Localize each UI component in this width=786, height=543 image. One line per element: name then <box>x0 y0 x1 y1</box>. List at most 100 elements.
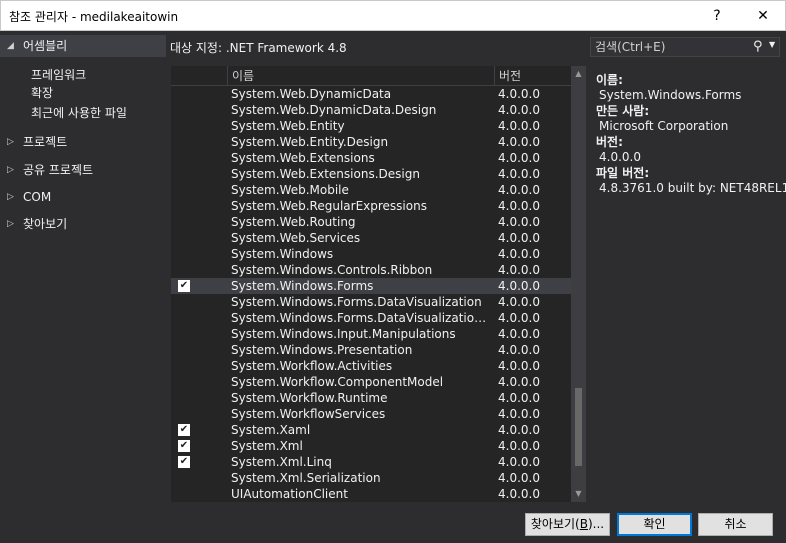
row-version: 4.0.0.0 <box>498 279 540 293</box>
table-row[interactable]: System.Workflow.Runtime 4.0.0.0 <box>171 390 571 406</box>
row-name: System.Xml.Linq <box>231 455 332 469</box>
help-button[interactable]: ? <box>694 1 740 31</box>
detail-creator-label: 만든 사람: <box>596 104 650 118</box>
header-name[interactable]: 이름 <box>227 66 494 86</box>
row-version: 4.0.0.0 <box>498 471 540 485</box>
table-row[interactable]: System.Workflow.Activities 4.0.0.0 <box>171 358 571 374</box>
table-row[interactable]: System.Web.DynamicData 4.0.0.0 <box>171 86 571 102</box>
chevron-down-icon[interactable]: ▼ <box>769 40 775 49</box>
window-title: 참조 관리자 - medilakeaitowin <box>9 10 179 24</box>
search-icon[interactable]: ⚲ <box>753 39 763 54</box>
nav-extensions[interactable]: 확장 <box>31 84 53 102</box>
nav-recent[interactable]: 최근에 사용한 파일 <box>31 104 127 122</box>
ok-button[interactable]: 확인 <box>617 513 692 536</box>
nav-assemblies[interactable]: ◢ 어셈블리 <box>0 35 166 57</box>
scroll-up-icon[interactable]: ▲ <box>571 66 586 82</box>
nav-browse[interactable]: ▷ 찾아보기 <box>0 213 166 235</box>
table-row[interactable]: System.Web.Entity.Design 4.0.0.0 <box>171 134 571 150</box>
browse-button-accel: B <box>579 517 588 531</box>
row-name: System.Web.RegularExpressions <box>231 199 427 213</box>
category-panel: ◢ 어셈블리 프레임워크 확장 최근에 사용한 파일 ▷ 프로젝트 ▷ 공유 프… <box>0 31 166 502</box>
detail-creator-value: Microsoft Corporation <box>599 119 729 133</box>
row-version: 4.0.0.0 <box>498 167 540 181</box>
table-row[interactable]: ✔ System.Xml.Linq 4.0.0.0 <box>171 454 571 470</box>
row-version: 4.0.0.0 <box>498 375 540 389</box>
nav-com-label: COM <box>23 190 52 204</box>
row-name: System.Web.Mobile <box>231 183 349 197</box>
row-version: 4.0.0.0 <box>498 215 540 229</box>
nav-assemblies-label: 어셈블리 <box>23 39 68 53</box>
row-name: System.Workflow.Activities <box>231 359 393 373</box>
nav-projects[interactable]: ▷ 프로젝트 <box>0 131 166 153</box>
details-panel: 이름: System.Windows.Forms 만든 사람: Microsof… <box>596 72 786 196</box>
nav-com[interactable]: ▷ COM <box>0 186 166 208</box>
vertical-scrollbar[interactable]: ▲ ▼ <box>571 66 586 502</box>
table-row[interactable]: System.Web.DynamicData.Design 4.0.0.0 <box>171 102 571 118</box>
table-row[interactable]: System.Workflow.ComponentModel 4.0.0.0 <box>171 374 571 390</box>
cancel-button[interactable]: 취소 <box>698 513 773 536</box>
detail-version-value: 4.0.0.0 <box>599 150 641 164</box>
checkbox-checked-icon[interactable]: ✔ <box>178 440 190 452</box>
row-version: 4.0.0.0 <box>498 423 540 437</box>
table-row[interactable]: System.Windows.Presentation 4.0.0.0 <box>171 342 571 358</box>
detail-name-label: 이름: <box>596 73 623 87</box>
row-name: System.Windows.Forms.DataVisualization <box>231 295 482 309</box>
search-input[interactable] <box>591 38 751 56</box>
list-header: 이름 버전 <box>171 66 586 86</box>
table-row[interactable]: System.WorkflowServices 4.0.0.0 <box>171 406 571 422</box>
nav-framework[interactable]: 프레임워크 <box>31 66 86 84</box>
table-row[interactable]: System.Web.Services 4.0.0.0 <box>171 230 571 246</box>
detail-version-label: 버전: <box>596 135 623 149</box>
table-row[interactable]: System.Web.Extensions.Design 4.0.0.0 <box>171 166 571 182</box>
search-box[interactable]: ⚲ ▼ <box>590 37 780 57</box>
row-name: System.Windows.Input.Manipulations <box>231 327 456 341</box>
detail-file-version-value: 4.8.3761.0 built by: NET48REL1 <box>599 181 786 195</box>
table-row[interactable]: System.Windows.Forms.DataVisualization 4.… <box>171 294 571 310</box>
row-version: 4.0.0.0 <box>498 87 540 101</box>
table-row[interactable]: System.Windows 4.0.0.0 <box>171 246 571 262</box>
row-name: System.WorkflowServices <box>231 407 386 421</box>
row-version: 4.0.0.0 <box>498 359 540 373</box>
row-version: 4.0.0.0 <box>498 119 540 133</box>
header-version[interactable]: 버전 <box>494 66 571 86</box>
table-row[interactable]: System.Web.RegularExpressions 4.0.0.0 <box>171 198 571 214</box>
row-name: System.Windows.Forms.DataVisualization.D… <box>231 311 493 325</box>
row-version: 4.0.0.0 <box>498 327 540 341</box>
checkbox-checked-icon[interactable]: ✔ <box>178 280 190 292</box>
row-version: 4.0.0.0 <box>498 487 540 501</box>
row-name: System.Workflow.ComponentModel <box>231 375 444 389</box>
table-row[interactable]: System.Windows.Input.Manipulations 4.0.0.… <box>171 326 571 342</box>
row-version: 4.0.0.0 <box>498 439 540 453</box>
table-row[interactable]: System.Web.Entity 4.0.0.0 <box>171 118 571 134</box>
scroll-thumb[interactable] <box>575 388 582 466</box>
table-row[interactable]: System.Windows.Controls.Ribbon 4.0.0.0 <box>171 262 571 278</box>
row-version: 4.0.0.0 <box>498 183 540 197</box>
row-name: System.Web.Extensions <box>231 151 375 165</box>
table-row[interactable]: System.Windows.Forms.DataVisualization.D… <box>171 310 571 326</box>
collapsed-arrow-icon: ▷ <box>7 219 14 229</box>
browse-button[interactable]: 찾아보기(B)... <box>525 513 610 536</box>
nav-shared-projects[interactable]: ▷ 공유 프로젝트 <box>0 159 166 181</box>
table-row[interactable]: System.Web.Routing 4.0.0.0 <box>171 214 571 230</box>
table-row[interactable]: ✔ System.Windows.Forms 4.0.0.0 <box>171 278 571 294</box>
browse-button-prefix: 찾아보기( <box>530 517 580 531</box>
table-row[interactable]: System.Web.Mobile 4.0.0.0 <box>171 182 571 198</box>
table-row[interactable]: ✔ System.Xaml 4.0.0.0 <box>171 422 571 438</box>
table-row[interactable]: System.Web.Extensions 4.0.0.0 <box>171 150 571 166</box>
table-row[interactable]: ✔ System.Xml 4.0.0.0 <box>171 438 571 454</box>
row-name: UIAutomationClient <box>231 487 348 501</box>
checkbox-checked-icon[interactable]: ✔ <box>178 424 190 436</box>
row-version: 4.0.0.0 <box>498 199 540 213</box>
collapsed-arrow-icon: ▷ <box>7 165 14 175</box>
close-button[interactable]: ✕ <box>740 1 786 31</box>
browse-button-suffix: )... <box>587 517 605 531</box>
table-row[interactable]: UIAutomationClient 4.0.0.0 <box>171 486 571 502</box>
scroll-down-icon[interactable]: ▼ <box>571 486 586 502</box>
row-name: System.Windows.Controls.Ribbon <box>231 263 433 277</box>
checkbox-checked-icon[interactable]: ✔ <box>178 456 190 468</box>
target-framework-label: 대상 지정: .NET Framework 4.8 <box>170 41 347 55</box>
table-row[interactable]: System.Xml.Serialization 4.0.0.0 <box>171 470 571 486</box>
row-name: System.Web.Entity.Design <box>231 135 389 149</box>
header-check-column[interactable] <box>171 66 227 86</box>
assembly-list: 이름 버전 System.Web.DynamicData 4.0.0.0 Syste… <box>171 66 586 502</box>
